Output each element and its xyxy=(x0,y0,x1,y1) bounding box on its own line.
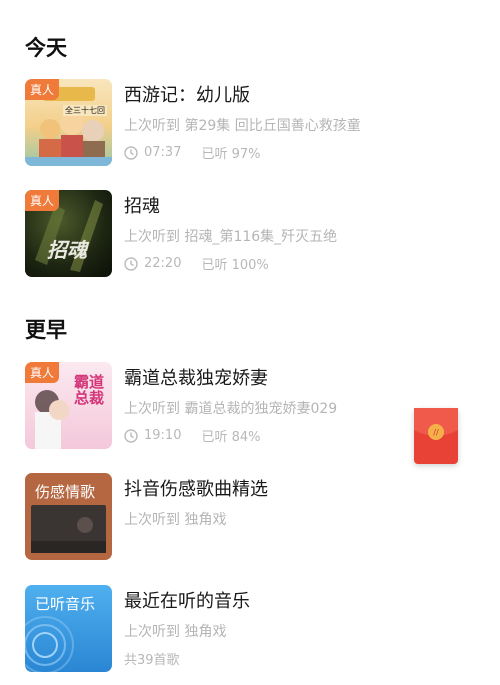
item-last-played: 上次听到 霸道总裁的独宠娇妻029 xyxy=(124,401,338,417)
item-last-played: 上次听到 独角戏 xyxy=(124,512,227,528)
item-last-played: 上次听到 招魂_第116集_歼灭五绝 xyxy=(124,229,338,245)
real-voice-tag: 真人 xyxy=(25,362,60,383)
cover-image: 真人 霸道总裁 xyxy=(25,362,112,449)
cover-illustration xyxy=(25,616,74,672)
item-meta: 19:10 已听 84% xyxy=(124,426,261,445)
item-title: 霸道总裁独宠娇妻 xyxy=(124,368,268,389)
red-envelope-icon: // xyxy=(414,408,458,440)
cover-image: 伤感情歌 xyxy=(25,473,112,560)
item-last-played: 上次听到 独角戏 xyxy=(124,624,227,640)
clock-icon xyxy=(124,256,138,271)
cover-caption: 全三十七回 xyxy=(63,105,107,116)
cover-illustration xyxy=(31,505,106,553)
list-item-recent-music[interactable]: 已听音乐 最近在听的音乐 上次听到 独角戏 共39首歌 xyxy=(0,585,500,685)
item-progress: 已听 84% xyxy=(201,430,261,445)
item-title: 抖音伤感歌曲精选 xyxy=(124,479,268,500)
item-duration: 19:10 xyxy=(144,428,182,443)
item-meta: 07:37 已听 97% xyxy=(124,143,261,162)
item-duration: 22:20 xyxy=(144,256,182,271)
item-meta: 共39首歌 xyxy=(124,649,180,668)
red-envelope-button[interactable]: // xyxy=(414,408,458,464)
real-voice-tag: 真人 xyxy=(25,190,60,211)
section-title-earlier: 更早 xyxy=(25,318,67,342)
item-progress: 已听 100% xyxy=(201,258,269,273)
cover-caption: 霸道总裁 xyxy=(74,373,105,407)
cover-image: 真人 招魂 xyxy=(25,190,112,277)
section-title-today: 今天 xyxy=(25,36,67,60)
item-last-played: 上次听到 第29集 回比丘国善心救孩童 xyxy=(124,118,361,134)
cover-image: 真人 全三十七回 xyxy=(25,79,112,166)
item-title: 招魂 xyxy=(124,196,160,217)
list-item-xiyouji[interactable]: 真人 全三十七回 西游记：幼儿版 上次听到 第29集 回比丘国善心救孩童 07:… xyxy=(0,79,500,179)
clock-icon xyxy=(124,428,138,443)
item-song-count: 共39首歌 xyxy=(124,653,180,668)
item-title: 西游记：幼儿版 xyxy=(124,85,250,106)
real-voice-tag: 真人 xyxy=(25,79,60,100)
clock-icon xyxy=(124,145,138,160)
item-progress: 已听 97% xyxy=(201,147,261,162)
item-title: 最近在听的音乐 xyxy=(124,591,250,612)
item-meta: 22:20 已听 100% xyxy=(124,254,269,273)
svg-text://: // xyxy=(433,428,439,437)
list-item-zhaohun[interactable]: 真人 招魂 招魂 上次听到 招魂_第116集_歼灭五绝 22:20 已听 100… xyxy=(0,190,500,290)
cover-caption: 招魂 xyxy=(47,238,87,262)
list-item-sad-songs[interactable]: 伤感情歌 抖音伤感歌曲精选 上次听到 独角戏 xyxy=(0,473,500,573)
item-duration: 07:37 xyxy=(144,145,182,160)
cover-image: 已听音乐 xyxy=(25,585,112,672)
